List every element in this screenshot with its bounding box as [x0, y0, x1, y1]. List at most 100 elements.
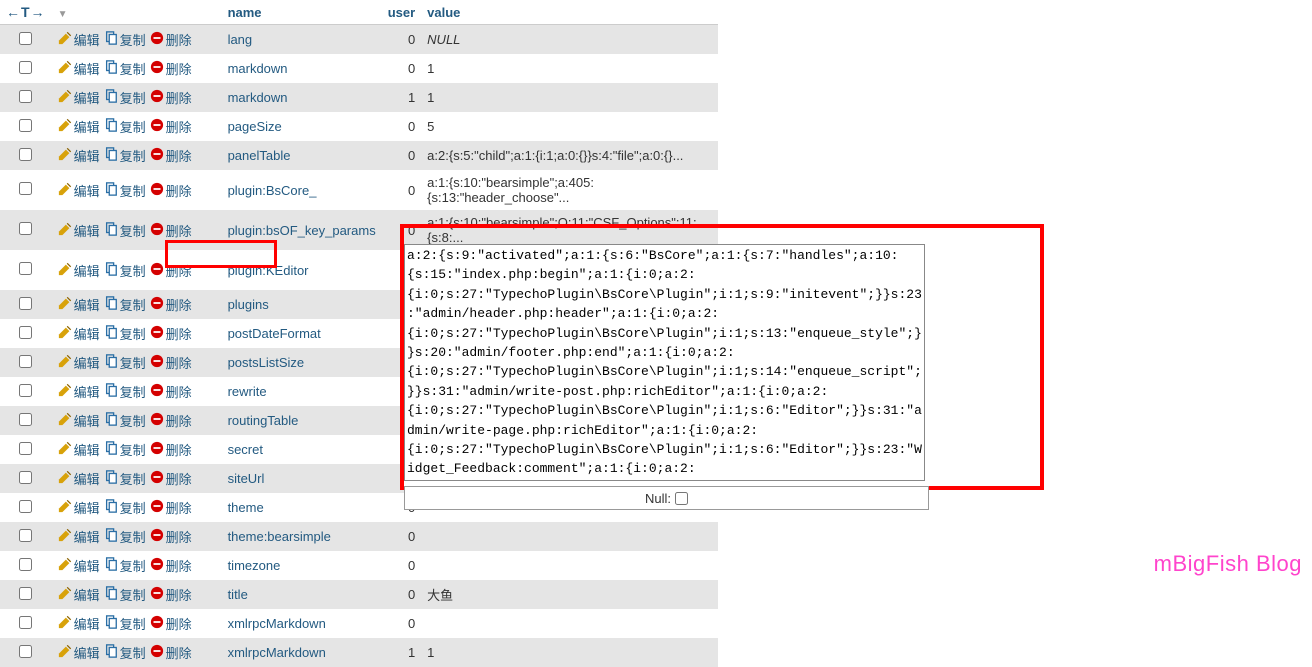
cell-name-markdown[interactable]: markdown — [222, 83, 382, 112]
delete-button[interactable]: 删除 — [150, 88, 192, 107]
cell-value[interactable]: 5 — [421, 112, 718, 141]
copy-button[interactable]: 复制 — [104, 527, 146, 546]
cell-user[interactable]: 0 — [382, 522, 421, 551]
row-checkbox[interactable] — [19, 182, 32, 195]
delete-button[interactable]: 删除 — [150, 527, 192, 546]
cell-user[interactable]: 0 — [382, 54, 421, 83]
row-checkbox[interactable] — [19, 558, 32, 571]
cell-value[interactable]: a:1:{s:10:"bearsimple";a:405:{s:13:"head… — [421, 170, 718, 210]
row-checkbox[interactable] — [19, 326, 32, 339]
delete-button[interactable]: 删除 — [150, 146, 192, 165]
cell-name-postsListSize[interactable]: postsListSize — [222, 348, 382, 377]
delete-button[interactable]: 删除 — [150, 324, 192, 343]
edit-button[interactable]: 编辑 — [58, 117, 100, 136]
delete-button[interactable]: 删除 — [150, 30, 192, 49]
row-checkbox[interactable] — [19, 355, 32, 368]
row-checkbox[interactable] — [19, 413, 32, 426]
edit-button[interactable]: 编辑 — [58, 585, 100, 604]
cell-name-rewrite[interactable]: rewrite — [222, 377, 382, 406]
row-checkbox[interactable] — [19, 32, 32, 45]
edit-button[interactable]: 编辑 — [58, 353, 100, 372]
delete-button[interactable]: 删除 — [150, 117, 192, 136]
cell-value[interactable]: 1 — [421, 638, 718, 667]
cell-user[interactable]: 0 — [382, 112, 421, 141]
row-checkbox[interactable] — [19, 384, 32, 397]
copy-button[interactable]: 复制 — [104, 411, 146, 430]
edit-button[interactable]: 编辑 — [58, 440, 100, 459]
col-name[interactable]: name — [222, 0, 382, 25]
cell-name-xmlrpcMarkdown[interactable]: xmlrpcMarkdown — [222, 638, 382, 667]
cell-value[interactable]: a:2:{s:5:"child";a:1:{i:1;a:0:{}}s:4:"fi… — [421, 141, 718, 170]
cell-value[interactable] — [421, 609, 718, 638]
cell-name-lang[interactable]: lang — [222, 25, 382, 55]
cell-user[interactable]: 0 — [382, 580, 421, 609]
cell-value[interactable]: 1 — [421, 83, 718, 112]
cell-user[interactable]: 0 — [382, 170, 421, 210]
edit-button[interactable]: 编辑 — [58, 498, 100, 517]
cell-value[interactable]: 1 — [421, 54, 718, 83]
cell-name-plugin-bsOF-key-params[interactable]: plugin:bsOF_key_params — [222, 210, 382, 250]
cell-user[interactable]: 0 — [382, 141, 421, 170]
row-checkbox[interactable] — [19, 297, 32, 310]
cell-name-plugins[interactable]: plugins — [222, 290, 382, 319]
edit-button[interactable]: 编辑 — [58, 88, 100, 107]
cell-name-secret[interactable]: secret — [222, 435, 382, 464]
null-checkbox[interactable] — [675, 492, 688, 505]
copy-button[interactable]: 复制 — [104, 117, 146, 136]
cell-name-title[interactable]: title — [222, 580, 382, 609]
cell-name-theme-bearsimple[interactable]: theme:bearsimple — [222, 522, 382, 551]
edit-button[interactable]: 编辑 — [58, 30, 100, 49]
copy-button[interactable]: 复制 — [104, 221, 146, 240]
copy-button[interactable]: 复制 — [104, 353, 146, 372]
edit-button[interactable]: 编辑 — [58, 261, 100, 280]
edit-button[interactable]: 编辑 — [58, 59, 100, 78]
copy-button[interactable]: 复制 — [104, 643, 146, 662]
cell-name-routingTable[interactable]: routingTable — [222, 406, 382, 435]
edit-button[interactable]: 编辑 — [58, 181, 100, 200]
cell-name-postDateFormat[interactable]: postDateFormat — [222, 319, 382, 348]
cell-user[interactable]: 0 — [382, 25, 421, 55]
cell-user[interactable]: 1 — [382, 83, 421, 112]
row-checkbox[interactable] — [19, 529, 32, 542]
col-user[interactable]: user — [382, 0, 421, 25]
copy-button[interactable]: 复制 — [104, 181, 146, 200]
cell-name-theme[interactable]: theme — [222, 493, 382, 522]
nav-arrows[interactable]: ←T→ — [6, 4, 46, 20]
row-checkbox[interactable] — [19, 148, 32, 161]
col-actions[interactable] — [52, 0, 222, 25]
cell-name-timezone[interactable]: timezone — [222, 551, 382, 580]
delete-button[interactable]: 删除 — [150, 440, 192, 459]
edit-button[interactable]: 编辑 — [58, 221, 100, 240]
row-checkbox[interactable] — [19, 90, 32, 103]
edit-button[interactable]: 编辑 — [58, 324, 100, 343]
row-checkbox[interactable] — [19, 471, 32, 484]
delete-button[interactable]: 删除 — [150, 556, 192, 575]
delete-button[interactable]: 删除 — [150, 382, 192, 401]
edit-button[interactable]: 编辑 — [58, 614, 100, 633]
edit-button[interactable]: 编辑 — [58, 146, 100, 165]
copy-button[interactable]: 复制 — [104, 556, 146, 575]
col-value[interactable]: value — [421, 0, 718, 25]
edit-button[interactable]: 编辑 — [58, 411, 100, 430]
delete-button[interactable]: 删除 — [150, 469, 192, 488]
delete-button[interactable]: 删除 — [150, 261, 192, 280]
row-checkbox[interactable] — [19, 222, 32, 235]
cell-name-plugin-KEditor[interactable]: plugin:KEditor — [222, 250, 382, 290]
row-checkbox[interactable] — [19, 587, 32, 600]
copy-button[interactable]: 复制 — [104, 59, 146, 78]
cell-value[interactable] — [421, 522, 718, 551]
delete-button[interactable]: 删除 — [150, 643, 192, 662]
cell-name-pageSize[interactable]: pageSize — [222, 112, 382, 141]
copy-button[interactable]: 复制 — [104, 469, 146, 488]
copy-button[interactable]: 复制 — [104, 498, 146, 517]
edit-button[interactable]: 编辑 — [58, 556, 100, 575]
cell-value[interactable]: 大鱼 — [421, 580, 718, 609]
cell-user[interactable]: 1 — [382, 638, 421, 667]
cell-user[interactable]: 0 — [382, 609, 421, 638]
copy-button[interactable]: 复制 — [104, 382, 146, 401]
copy-button[interactable]: 复制 — [104, 88, 146, 107]
copy-button[interactable]: 复制 — [104, 324, 146, 343]
edit-button[interactable]: 编辑 — [58, 643, 100, 662]
delete-button[interactable]: 删除 — [150, 221, 192, 240]
edit-button[interactable]: 编辑 — [58, 382, 100, 401]
